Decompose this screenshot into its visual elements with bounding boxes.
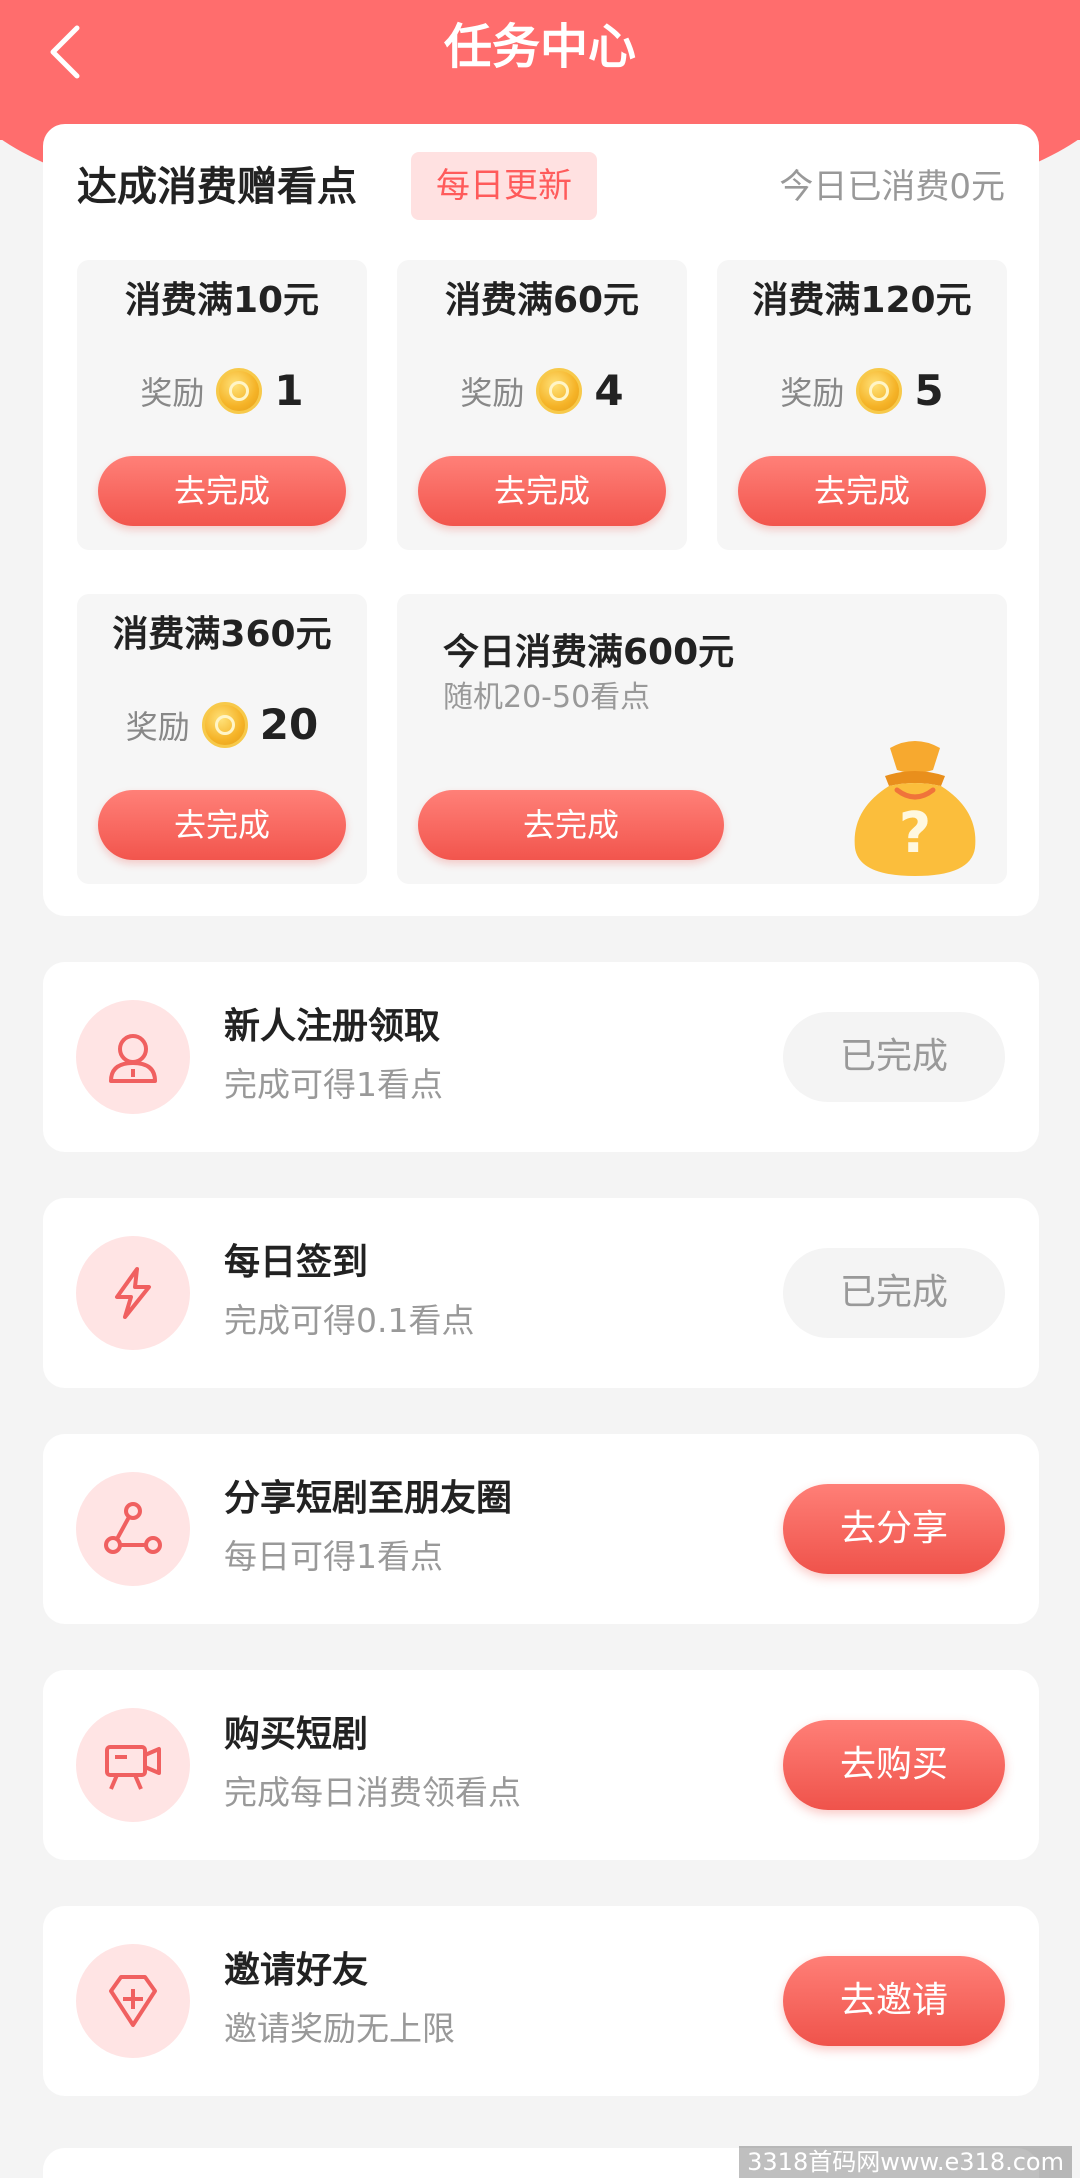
reward-amount: 1	[274, 366, 304, 415]
tier-title: 消费满360元	[112, 614, 332, 655]
coin-icon	[201, 701, 248, 748]
task-card-purchase: 购买短剧 完成每日消费领看点 去购买	[43, 1670, 1039, 1860]
task-icon-bg	[76, 1944, 190, 2058]
task-subtitle: 完成每日消费领看点	[224, 1773, 521, 1812]
svg-text:?: ?	[899, 801, 931, 866]
task-subtitle: 邀请奖励无上限	[224, 2009, 455, 2048]
coin-icon	[216, 367, 263, 414]
task-done-button[interactable]: 已完成	[783, 1012, 1005, 1102]
coin-icon	[856, 367, 903, 414]
reward-label: 奖励	[780, 373, 845, 412]
reward-amount: 5	[914, 366, 944, 415]
lightning-icon	[115, 1267, 151, 1319]
tier-title: 今日消费满600元	[443, 632, 735, 673]
task-subtitle: 完成可得0.1看点	[224, 1301, 475, 1340]
complete-button[interactable]: 去完成	[98, 456, 346, 526]
complete-button[interactable]: 去完成	[418, 790, 724, 860]
video-camera-icon	[105, 1745, 161, 1790]
complete-button[interactable]: 去完成	[98, 790, 346, 860]
task-card-checkin: 每日签到 完成可得0.1看点 已完成	[43, 1198, 1039, 1388]
share-icon	[104, 1502, 162, 1554]
task-title: 新人注册领取	[224, 1006, 441, 1047]
complete-button[interactable]: 去完成	[418, 456, 666, 526]
reward-amount: 4	[594, 366, 624, 415]
mystery-tier-card: 今日消费满600元 随机20-50看点 去完成 ?	[397, 594, 1007, 884]
tier-card: 消费满360元 奖励 20 去完成	[77, 594, 367, 884]
task-icon-bg	[76, 1236, 190, 1350]
tier-title: 消费满120元	[752, 280, 972, 321]
buy-button[interactable]: 去购买	[783, 1720, 1005, 1810]
task-icon-bg	[76, 1000, 190, 1114]
today-spent-text: 今日已消费0元	[779, 167, 1005, 207]
reward-label: 奖励	[140, 373, 205, 412]
tier-title: 消费满10元	[124, 280, 320, 321]
user-icon	[109, 1034, 157, 1083]
share-button[interactable]: 去分享	[783, 1484, 1005, 1574]
task-icon-bg	[76, 1472, 190, 1586]
lucky-bag-icon: ?	[854, 741, 976, 876]
daily-update-badge: 每日更新	[411, 152, 597, 220]
reward-label: 奖励	[125, 707, 190, 746]
task-icon-bg	[76, 1708, 190, 1822]
task-done-button[interactable]: 已完成	[783, 1248, 1005, 1338]
task-title: 每日签到	[224, 1242, 369, 1283]
tier-reward: 奖励 5	[717, 366, 1007, 415]
task-title: 购买短剧	[224, 1714, 369, 1755]
tier-card: 消费满120元 奖励 5 去完成	[717, 260, 1007, 550]
task-card-register: 新人注册领取 完成可得1看点 已完成	[43, 962, 1039, 1152]
task-subtitle: 完成可得1看点	[224, 1065, 443, 1104]
tier-card: 消费满60元 奖励 4 去完成	[397, 260, 687, 550]
reward-amount: 20	[259, 700, 319, 749]
tier-subtitle: 随机20-50看点	[443, 680, 651, 715]
task-card-invite: 邀请好友 邀请奖励无上限 去邀请	[43, 1906, 1039, 2096]
complete-button[interactable]: 去完成	[738, 456, 986, 526]
task-title: 分享短剧至朋友圈	[224, 1478, 513, 1519]
coin-icon	[536, 367, 583, 414]
invite-button[interactable]: 去邀请	[783, 1956, 1005, 2046]
spend-reward-card: 达成消费赠看点 每日更新 今日已消费0元 消费满10元 奖励 1 去完成 消费满…	[43, 124, 1039, 916]
task-card-share: 分享短剧至朋友圈 每日可得1看点 去分享	[43, 1434, 1039, 1624]
tier-reward: 奖励 1	[77, 366, 367, 415]
watermark: 3318首码网www.e318.com	[739, 2146, 1072, 2178]
tier-reward: 奖励 4	[397, 366, 687, 415]
tier-card: 消费满10元 奖励 1 去完成	[77, 260, 367, 550]
diamond-plus-icon	[109, 1975, 157, 2027]
page-title: 任务中心	[443, 19, 636, 75]
reward-label: 奖励	[460, 373, 525, 412]
task-title: 邀请好友	[224, 1950, 369, 1991]
task-subtitle: 每日可得1看点	[224, 1537, 443, 1576]
tier-reward: 奖励 20	[77, 700, 367, 749]
spend-section-title: 达成消费赠看点	[77, 164, 357, 210]
tier-title: 消费满60元	[444, 280, 640, 321]
